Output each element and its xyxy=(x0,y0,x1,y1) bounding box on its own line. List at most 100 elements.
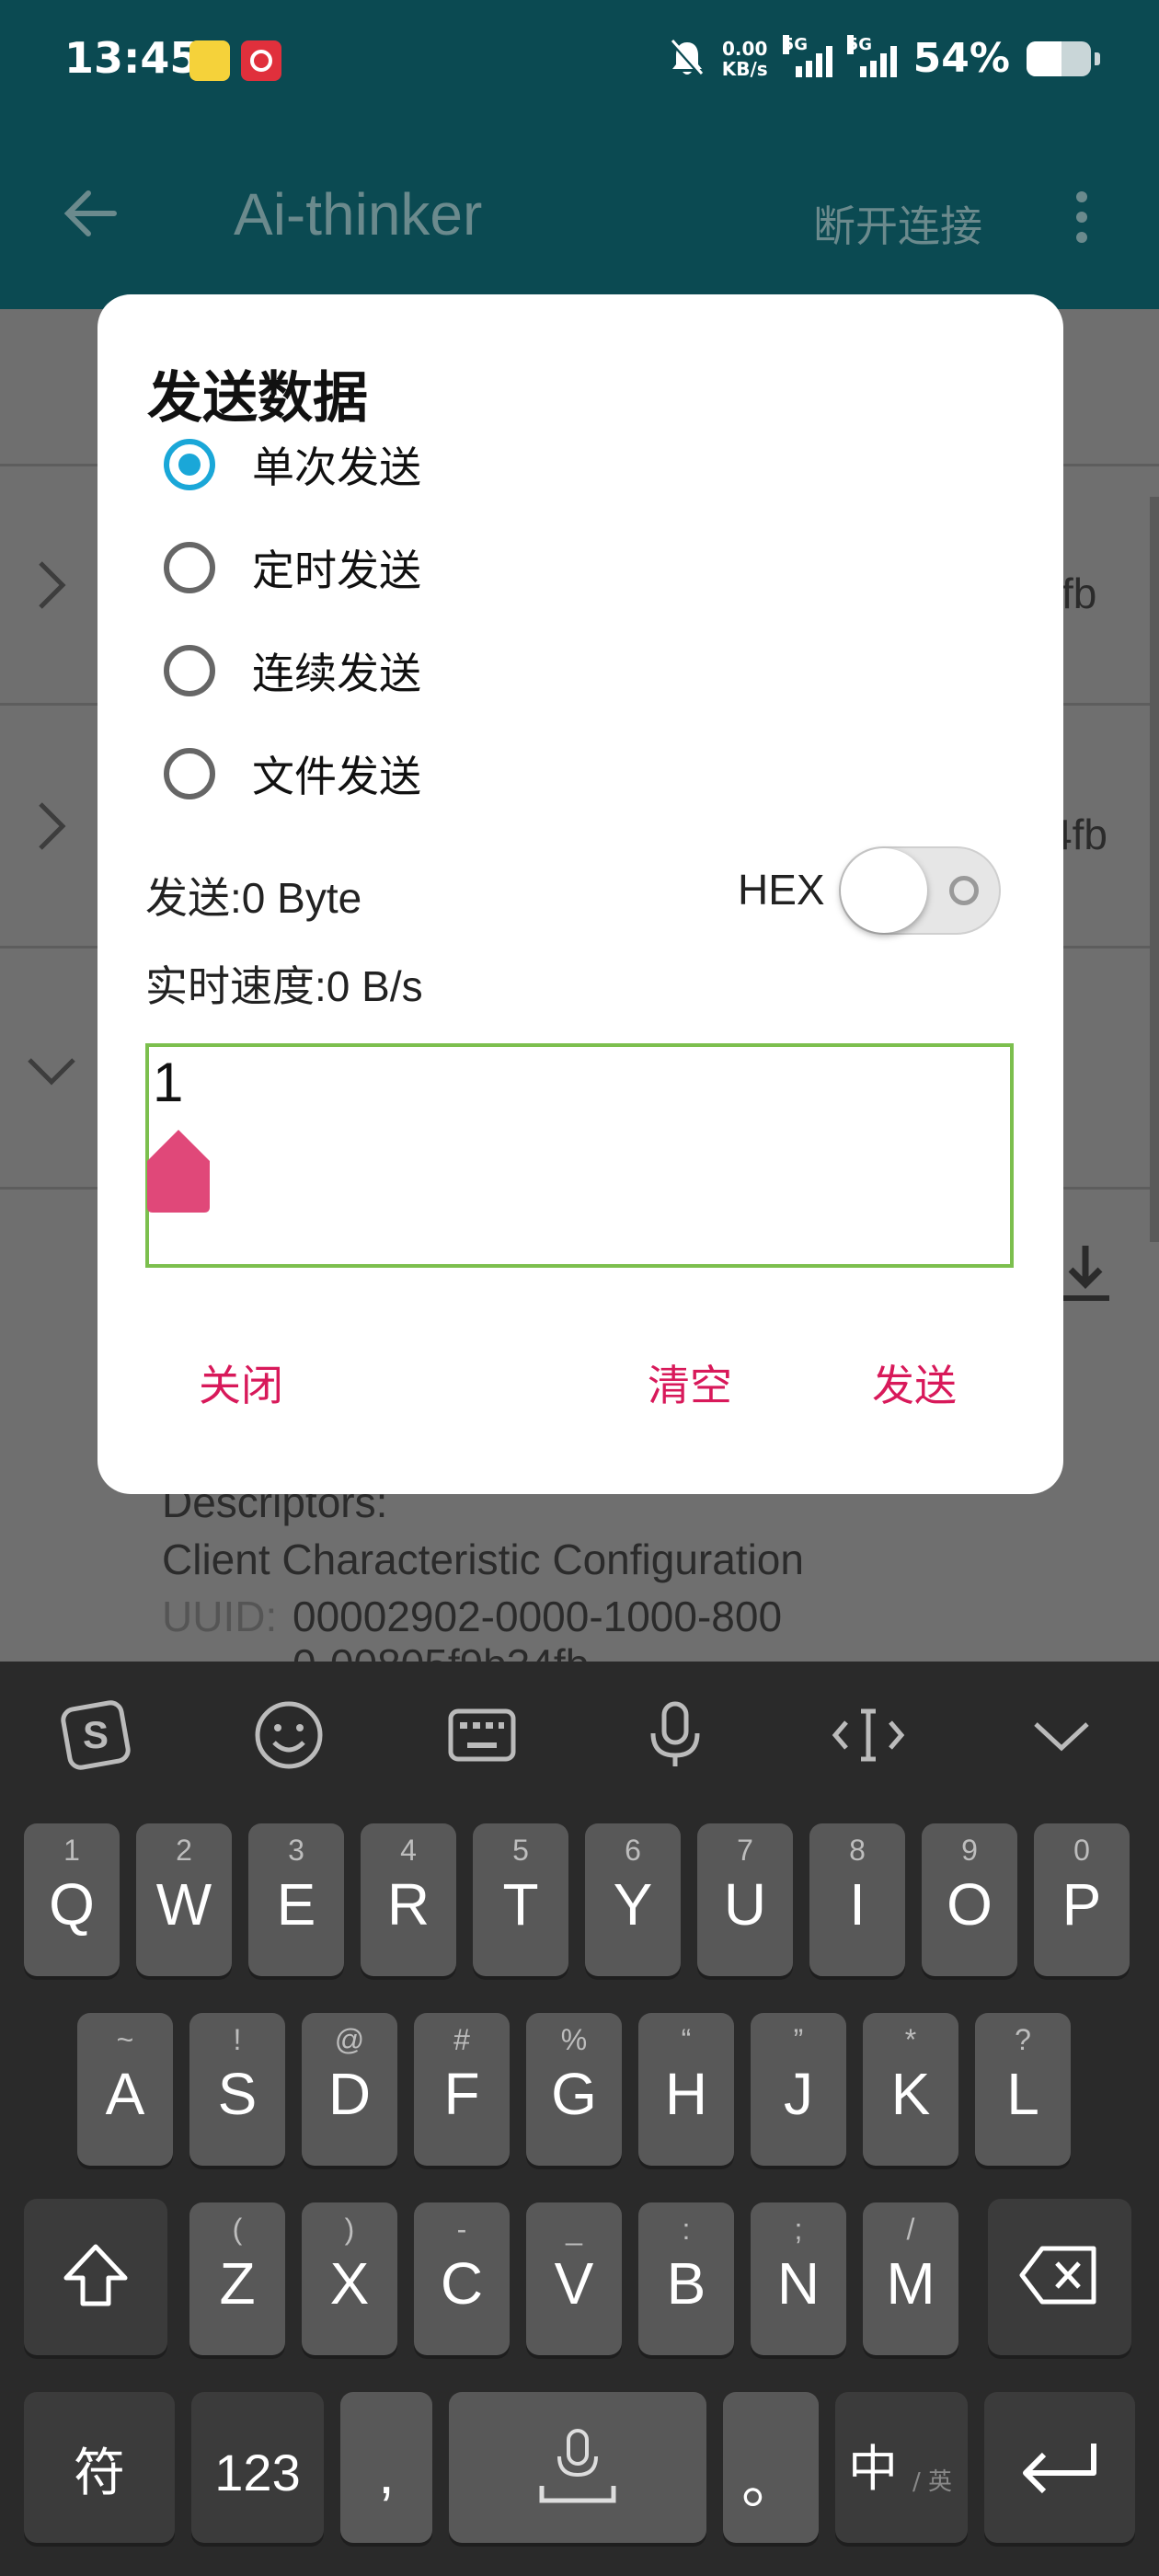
key-q[interactable]: 1Q xyxy=(24,1823,120,1976)
enter-icon xyxy=(1023,2444,1096,2494)
key-e[interactable]: 3E xyxy=(248,1823,344,1976)
key-r[interactable]: 4R xyxy=(361,1823,456,1976)
radio-button[interactable] xyxy=(164,748,215,799)
key-n[interactable]: ; N xyxy=(751,2202,846,2355)
key-secondary-label: ” xyxy=(793,2023,804,2056)
app-bar xyxy=(0,129,1159,309)
key-g[interactable]: % G xyxy=(526,2013,622,2166)
key-w[interactable]: 2W xyxy=(136,1823,232,1976)
key-m[interactable]: / M xyxy=(863,2202,958,2355)
more-options-icon[interactable] xyxy=(1076,191,1091,247)
input-value: 1 xyxy=(153,1052,184,1113)
key-p[interactable]: 0P xyxy=(1034,1823,1130,1976)
key-d[interactable]: @ D xyxy=(302,2013,397,2166)
key-f[interactable]: # F xyxy=(414,2013,510,2166)
page-title: Ai-thinker xyxy=(234,181,483,247)
dialog-title: 发送数据 xyxy=(147,366,368,431)
key-secondary-label: % xyxy=(560,2023,588,2056)
uuid-value-continued: 0-00805f9b34fb xyxy=(293,1639,589,1662)
space-key[interactable] xyxy=(449,2392,706,2543)
key-k[interactable]: * K xyxy=(863,2013,958,2166)
key-label: Z xyxy=(219,2250,256,2317)
sogou-logo-icon[interactable]: S xyxy=(59,1698,132,1772)
key-label: H xyxy=(664,2061,708,2127)
key-label: K xyxy=(890,2061,931,2127)
number-key[interactable]: 123 xyxy=(191,2392,324,2543)
sent-bytes-label: 发送:0 Byte xyxy=(145,874,362,922)
key-label: N xyxy=(776,2250,820,2317)
key-secondary-label: * xyxy=(904,2023,917,2056)
realtime-speed-label: 实时速度:0 B/s xyxy=(145,962,423,1010)
chevron-right-icon[interactable] xyxy=(33,558,70,613)
chevron-down-icon[interactable] xyxy=(24,1052,79,1089)
enter-key[interactable] xyxy=(984,2392,1135,2543)
download-icon[interactable] xyxy=(1058,1242,1113,1306)
key-c[interactable]: -C xyxy=(414,2202,510,2355)
key-label: I xyxy=(849,1871,866,1938)
key-secondary-label: @ xyxy=(334,2023,365,2056)
key-label: Q xyxy=(49,1871,95,1938)
key-z[interactable]: (Z xyxy=(189,2202,285,2355)
key-h[interactable]: “H xyxy=(638,2013,734,2166)
key-secondary-label: ) xyxy=(344,2213,355,2246)
chevron-right-icon[interactable] xyxy=(33,799,70,854)
signal-2-icon: 5G xyxy=(846,34,897,77)
key-u[interactable]: 7U xyxy=(697,1823,793,1976)
key-secondary-label: “ xyxy=(681,2023,692,2056)
key-y[interactable]: 6Y xyxy=(585,1823,681,1976)
microphone-icon[interactable] xyxy=(638,1698,712,1772)
radio-button[interactable] xyxy=(164,645,215,696)
emoji-icon[interactable] xyxy=(252,1698,326,1772)
symbol-key[interactable]: 符 xyxy=(24,2392,175,2543)
option-single-send[interactable]: 单次发送 xyxy=(164,434,421,495)
clear-button[interactable]: 清空 xyxy=(648,1352,732,1413)
key-label: Y xyxy=(613,1871,653,1938)
radio-button[interactable] xyxy=(164,439,215,490)
key-o[interactable]: 9O xyxy=(922,1823,1017,1976)
cursor-move-icon[interactable] xyxy=(832,1698,905,1772)
send-button[interactable]: 发送 xyxy=(872,1352,957,1413)
key-v[interactable]: _ V xyxy=(526,2202,622,2355)
option-continuous-send[interactable]: 连续发送 xyxy=(164,640,421,701)
hex-toggle[interactable] xyxy=(839,846,1001,935)
key-secondary-label: # xyxy=(453,2023,470,2056)
signal-1-icon: 5G xyxy=(782,34,832,77)
key-label: X xyxy=(329,2250,370,2317)
key-t[interactable]: 5T xyxy=(473,1823,568,1976)
close-button[interactable]: 关闭 xyxy=(199,1352,283,1413)
key-secondary-label: 9 xyxy=(961,1834,978,1867)
key-l[interactable]: ? L xyxy=(975,2013,1071,2166)
uuid-value: 00002902-0000-1000-800 xyxy=(293,1593,783,1640)
option-label: 连续发送 xyxy=(252,649,421,698)
scrollbar[interactable] xyxy=(1150,497,1159,1242)
key-a[interactable]: ~ A xyxy=(77,2013,173,2166)
period-key[interactable]: 。 xyxy=(723,2392,819,2543)
option-file-send[interactable]: 文件发送 xyxy=(164,743,421,804)
back-arrow-icon[interactable] xyxy=(61,184,120,243)
language-switch-key[interactable]: 中 / 英 xyxy=(835,2392,968,2543)
key-j[interactable]: ” J xyxy=(751,2013,846,2166)
key-i[interactable]: 8I xyxy=(809,1823,905,1976)
key-x[interactable]: ) X xyxy=(302,2202,397,2355)
key-secondary-label: _ xyxy=(566,2213,582,2246)
keyboard-icon[interactable] xyxy=(445,1698,519,1772)
backspace-key[interactable] xyxy=(988,2199,1131,2355)
toggle-off-icon xyxy=(949,876,979,905)
option-timed-send[interactable]: 定时发送 xyxy=(164,537,421,598)
option-label: 文件发送 xyxy=(252,752,421,801)
key-s[interactable]: ! S xyxy=(189,2013,285,2166)
key-secondary-label: ? xyxy=(1015,2023,1031,2056)
descriptor-name: Client Characteristic Configuration xyxy=(162,1535,804,1583)
text-cursor-handle[interactable] xyxy=(145,1130,212,1213)
comma-key[interactable]: , xyxy=(340,2392,432,2543)
backspace-icon xyxy=(1019,2246,1096,2305)
send-data-input[interactable]: 1 xyxy=(145,1043,1014,1268)
status-time: 13:45 xyxy=(64,33,200,83)
key-secondary-label: 3 xyxy=(288,1834,304,1867)
shift-key[interactable] xyxy=(24,2199,167,2355)
radio-button[interactable] xyxy=(164,542,215,593)
disconnect-button[interactable]: 断开连接 xyxy=(813,193,982,254)
key-b[interactable]: :B xyxy=(638,2202,734,2355)
key-secondary-label: 2 xyxy=(176,1834,192,1867)
collapse-keyboard-icon[interactable] xyxy=(1025,1698,1098,1772)
